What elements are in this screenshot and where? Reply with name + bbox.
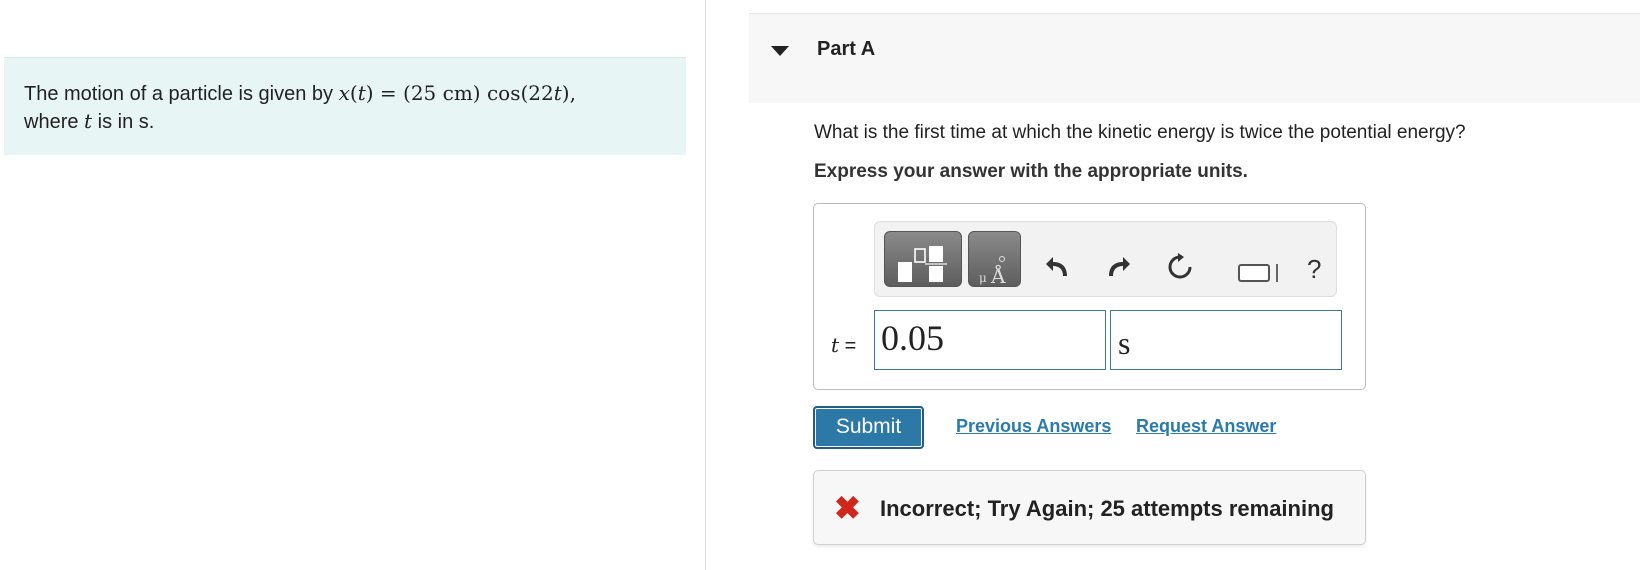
units-icon: μ Å (979, 256, 1006, 288)
motion-equation: x(t) = (25 cm) cos(22t), (338, 81, 576, 105)
answer-unit-input[interactable]: s (1110, 310, 1342, 370)
feedback-message: Incorrect; Try Again; 25 attempts remain… (880, 496, 1334, 521)
keyboard-separator (1276, 264, 1278, 282)
reset-icon[interactable] (1165, 252, 1195, 282)
time-variable: t (84, 109, 93, 133)
answer-value-input[interactable]: 0.05 (874, 310, 1106, 370)
keyboard-icon[interactable] (1238, 264, 1270, 282)
problem-statement: The motion of a particle is given by x(t… (4, 57, 686, 155)
previous-answers-link[interactable]: Previous Answers (956, 416, 1111, 437)
redo-icon[interactable] (1103, 252, 1133, 282)
svg-text:Å: Å (990, 263, 1006, 288)
question-pane: Part A What is the first time at which t… (707, 0, 1640, 570)
templates-icon (898, 246, 947, 282)
templates-button[interactable] (884, 231, 962, 287)
svg-text:μ: μ (979, 271, 987, 285)
feedback-banner: ✖ Incorrect; Try Again; 25 attempts rema… (813, 470, 1366, 545)
collapse-caret-icon[interactable] (771, 46, 789, 56)
help-icon[interactable]: ? (1307, 254, 1321, 285)
part-title: Part A (817, 38, 876, 60)
answer-variable-label: t = (831, 333, 857, 357)
undo-icon[interactable] (1043, 252, 1073, 282)
instruction-text: Express your answer with the appropriate… (814, 161, 1248, 182)
part-header[interactable]: Part A (749, 13, 1640, 103)
submit-button[interactable]: Submit (813, 406, 924, 449)
units-button[interactable]: μ Å (968, 231, 1021, 288)
answer-box: μ Å ? t = 0.05 s (813, 203, 1366, 390)
incorrect-x-icon: ✖ (834, 490, 861, 526)
problem-text-prefix: The motion of a particle is given by (24, 83, 339, 105)
question-text: What is the first time at which the kine… (814, 122, 1466, 143)
request-answer-link[interactable]: Request Answer (1136, 416, 1276, 437)
problem-text-line2-pre: where (24, 111, 85, 133)
problem-text-line2-post: is in s. (92, 111, 155, 133)
math-toolbar: μ Å ? (874, 221, 1337, 297)
problem-pane: The motion of a particle is given by x(t… (0, 0, 706, 570)
